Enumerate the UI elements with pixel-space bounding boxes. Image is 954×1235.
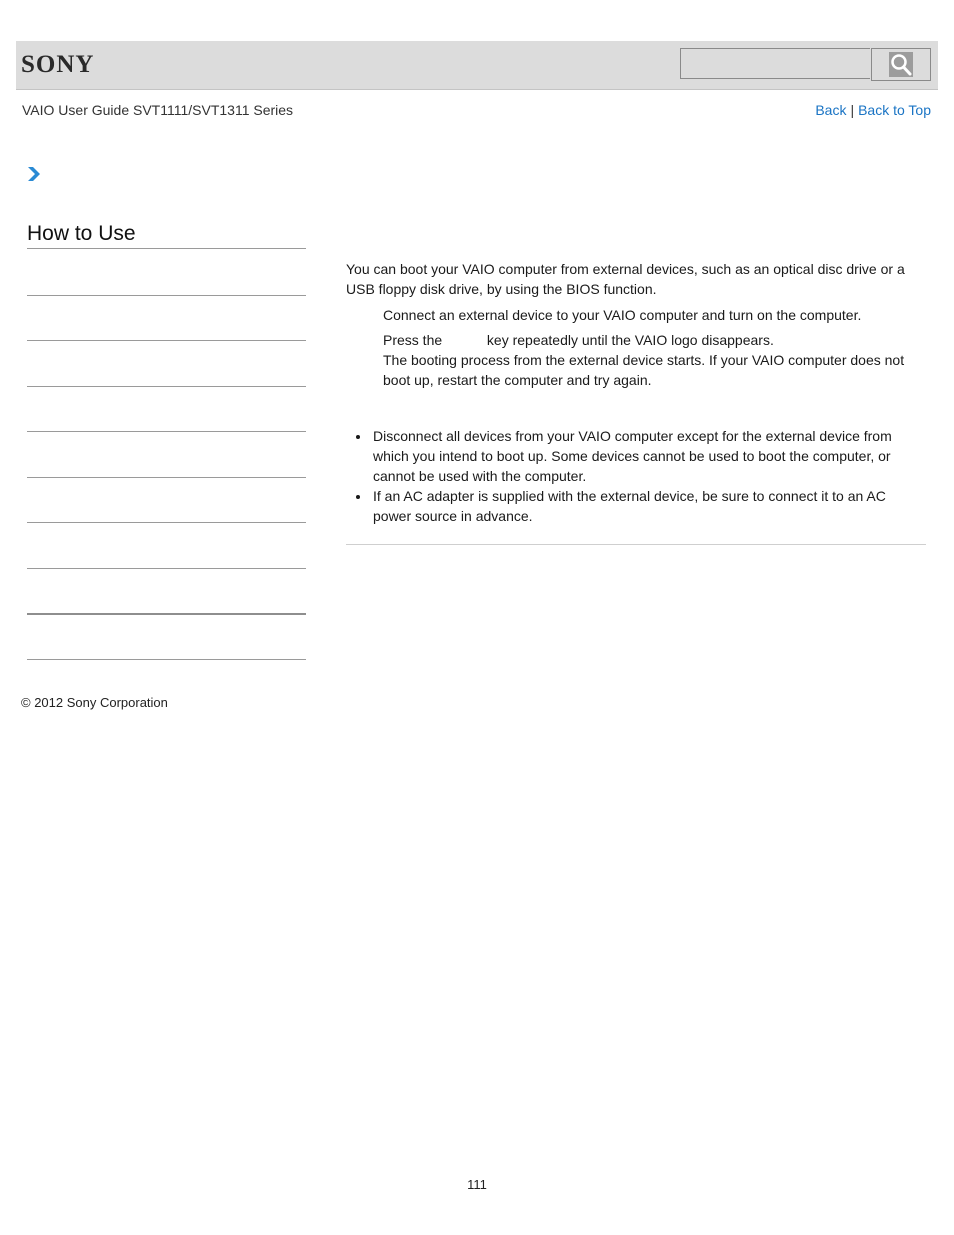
sidebar-divider [27,340,306,341]
step-2-text-after: key repeatedly until the VAIO logo disap… [486,332,774,348]
notes-list: Disconnect all devices from your VAIO co… [346,426,926,526]
sidebar-item[interactable] [27,297,306,337]
steps-list: Connect an external device to your VAIO … [383,305,926,390]
sidebar-item[interactable] [27,570,306,610]
note-item: If an AC adapter is supplied with the ex… [346,486,926,526]
note-item: Disconnect all devices from your VAIO co… [346,426,926,486]
step-2: Press the key repeatedly until the VAIO … [383,330,926,390]
sidebar-divider [27,613,306,615]
sidebar-item[interactable] [27,388,306,428]
sidebar-item[interactable] [27,251,306,291]
search-button[interactable] [871,48,931,81]
main-content: You can boot your VAIO computer from ext… [346,259,926,545]
copyright: © 2012 Sony Corporation [21,695,168,710]
sidebar-item[interactable] [27,616,306,656]
sidebar-divider [27,522,306,523]
sidebar-divider [27,659,306,660]
step-2-result: The booting process from the external de… [383,352,905,388]
back-link[interactable]: Back [815,102,846,118]
sidebar-title: How to Use [27,222,306,249]
sidebar-item[interactable] [27,479,306,519]
sidebar-divider [27,431,306,432]
back-to-top-link[interactable]: Back to Top [858,102,931,118]
sidebar-item[interactable] [27,342,306,382]
sony-logo: SONY [21,51,95,78]
sidebar-divider [27,386,306,387]
link-separator: | [850,102,855,118]
step-1: Connect an external device to your VAIO … [383,307,862,323]
sidebar-item[interactable] [27,524,306,564]
sidebar-divider [27,568,306,569]
content-divider [346,544,926,545]
sidebar-divider [27,295,306,296]
intro-paragraph: You can boot your VAIO computer from ext… [346,261,905,297]
header-bar: SONY [16,41,938,90]
page-number: 111 [467,1177,487,1192]
chevron-right-icon[interactable] [27,166,41,182]
sidebar-item[interactable] [27,433,306,473]
guide-title: VAIO User Guide SVT1111/SVT1311 Series [22,102,294,118]
top-links: Back | Back to Top [815,102,931,118]
magnifier-icon [891,54,912,76]
sidebar-divider [27,477,306,478]
search-input[interactable] [680,48,870,79]
step-2-text-before: Press the [383,332,443,348]
